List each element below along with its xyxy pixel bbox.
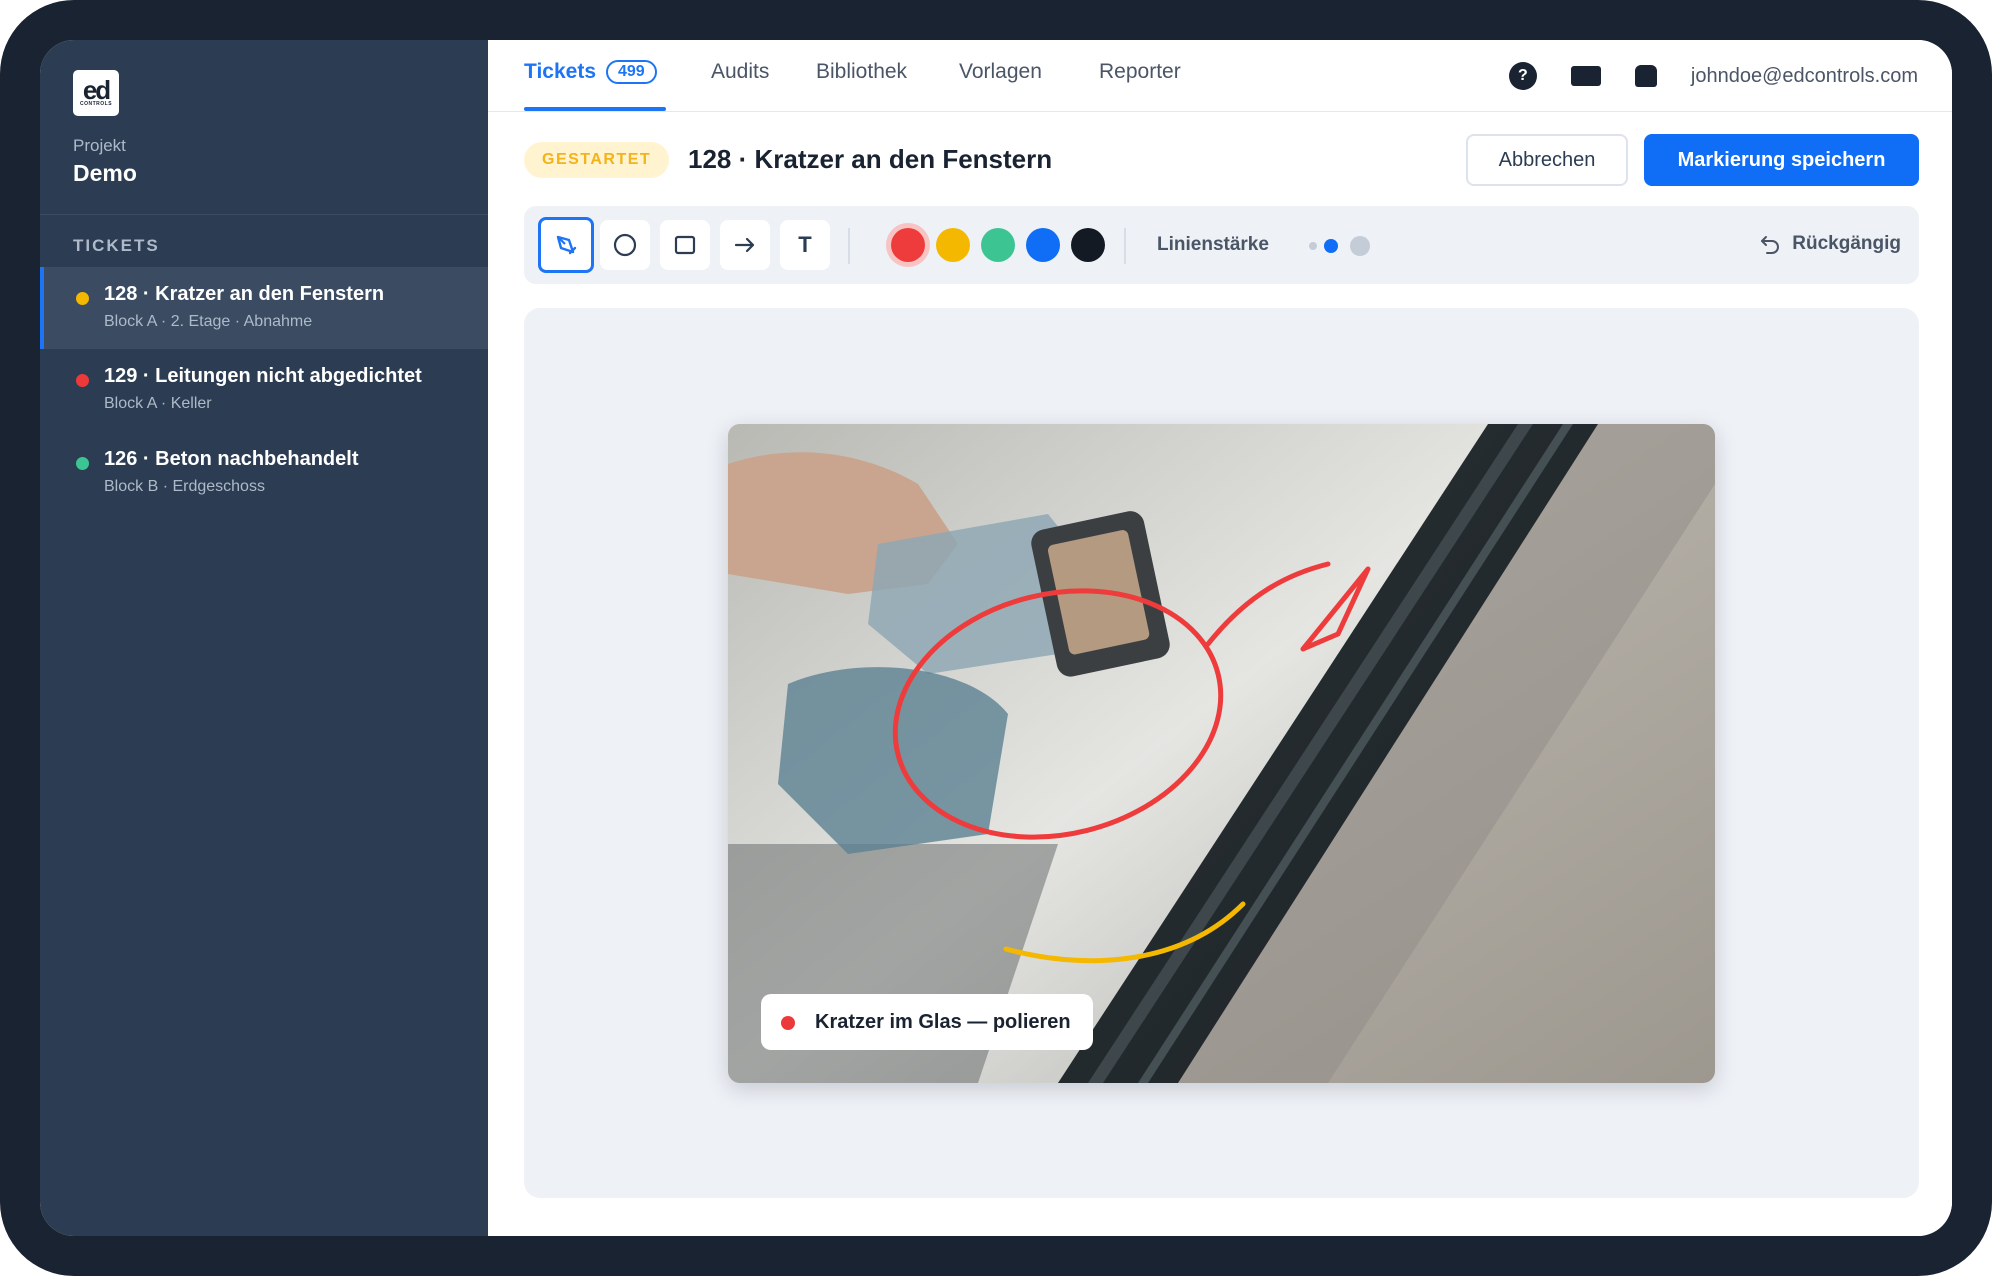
undo-button[interactable]: Rückgängig: [1758, 232, 1901, 256]
ticket-item-subtitle: Block A · 2. Etage · Abnahme: [104, 313, 313, 330]
window-photo-illustration: [728, 424, 1715, 1083]
tab-label: Tickets: [524, 60, 596, 83]
pen-tool-button[interactable]: [538, 217, 594, 273]
status-dot-icon: [76, 292, 89, 305]
logo-subtext: CONTROLS: [79, 101, 113, 107]
tab-bibliothek[interactable]: Bibliothek: [816, 60, 907, 84]
ticket-item-title: 128 · Kratzer an den Fenstern: [104, 283, 385, 305]
tab-reporter[interactable]: Reporter: [1099, 60, 1181, 84]
arrow-tool-button[interactable]: [720, 220, 770, 270]
note-color-dot-icon: [781, 1016, 795, 1030]
active-tab-indicator: [524, 107, 666, 111]
user-actions: ? johndoe@edcontrols.com: [1508, 62, 1918, 90]
user-email[interactable]: johndoe@edcontrols.com: [1691, 65, 1918, 88]
line-width-thin[interactable]: [1309, 242, 1317, 250]
tab-tickets[interactable]: Tickets 499: [524, 60, 657, 84]
markup-toolbar: T Linienstärke Rückgängig: [524, 206, 1919, 284]
main-panel: Tickets 499 Audits Bibliothek Vorlagen Re…: [488, 40, 1952, 1236]
tickets-section-label: TICKETS: [73, 236, 160, 255]
ticket-item-title: 126 · Beton nachbehandelt: [104, 448, 359, 470]
color-swatch-yellow[interactable]: [936, 228, 970, 262]
color-swatch-black[interactable]: [1071, 228, 1105, 262]
tablet-frame: ed CONTROLS Projekt Demo TICKETS 128 · K…: [0, 0, 1992, 1276]
tickets-count-badge: 499: [606, 60, 657, 84]
cancel-button[interactable]: Abbrechen: [1466, 134, 1628, 186]
color-swatch-green[interactable]: [981, 228, 1015, 262]
text-tool-button[interactable]: T: [780, 220, 830, 270]
ticket-item-128[interactable]: 128 · Kratzer an den Fenstern Block A · …: [40, 267, 488, 349]
status-dot-icon: [76, 374, 89, 387]
status-badge: GESTARTET: [524, 142, 670, 178]
tab-vorlagen[interactable]: Vorlagen: [959, 60, 1042, 84]
undo-icon: [1761, 236, 1780, 254]
logo-mark: ed: [82, 75, 111, 105]
project-name[interactable]: Demo: [73, 160, 137, 187]
tab-audits[interactable]: Audits: [711, 60, 769, 84]
ticket-item-title: 129 · Leitungen nicht abgedichtet: [104, 365, 422, 387]
toolbar-divider: [848, 228, 850, 264]
annotation-note-text: Kratzer im Glas — polieren: [815, 1011, 1071, 1033]
line-width-label: Linienstärke: [1157, 234, 1269, 255]
pen-icon: [556, 235, 577, 255]
status-dot-icon: [76, 457, 89, 470]
line-width-thick[interactable]: [1350, 236, 1370, 256]
notification-icon[interactable]: [1634, 65, 1657, 87]
ticket-item-129[interactable]: 129 · Leitungen nicht abgedichtet Block …: [40, 349, 488, 431]
ticket-item-126[interactable]: 126 · Beton nachbehandelt Block B · Erdg…: [40, 432, 488, 514]
rectangle-icon: [674, 235, 696, 255]
color-swatch-red[interactable]: [891, 228, 925, 262]
project-label: Projekt: [73, 136, 126, 155]
ticket-photo[interactable]: Kratzer im Glas — polieren: [728, 424, 1715, 1083]
circle-tool-button[interactable]: [600, 220, 650, 270]
ticket-item-subtitle: Block A · Keller: [104, 395, 212, 412]
toolbar-divider: [1124, 228, 1126, 264]
undo-label: Rückgängig: [1792, 233, 1901, 254]
arrow-right-icon: [734, 237, 755, 253]
sidebar-divider: [40, 214, 488, 215]
sidebar: ed CONTROLS Projekt Demo TICKETS 128 · K…: [40, 40, 488, 1236]
top-navigation: Tickets 499 Audits Bibliothek Vorlagen Re…: [488, 40, 1952, 112]
app-screen: ed CONTROLS Projekt Demo TICKETS 128 · K…: [40, 40, 1952, 1236]
circle-icon: [613, 233, 637, 257]
color-swatch-blue[interactable]: [1026, 228, 1060, 262]
save-markup-button[interactable]: Markierung speichern: [1644, 134, 1919, 186]
page-title: 128 · Kratzer an den Fenstern: [688, 144, 1053, 174]
annotation-note[interactable]: Kratzer im Glas — polieren: [761, 994, 1093, 1050]
markup-canvas[interactable]: Kratzer im Glas — polieren: [524, 308, 1919, 1198]
ticket-item-subtitle: Block B · Erdgeschoss: [104, 478, 265, 495]
help-icon[interactable]: ?: [1508, 62, 1537, 90]
line-width-medium[interactable]: [1324, 239, 1338, 253]
mail-icon[interactable]: [1570, 66, 1601, 86]
edcontrols-logo[interactable]: ed CONTROLS: [73, 70, 119, 116]
rectangle-tool-button[interactable]: [660, 220, 710, 270]
